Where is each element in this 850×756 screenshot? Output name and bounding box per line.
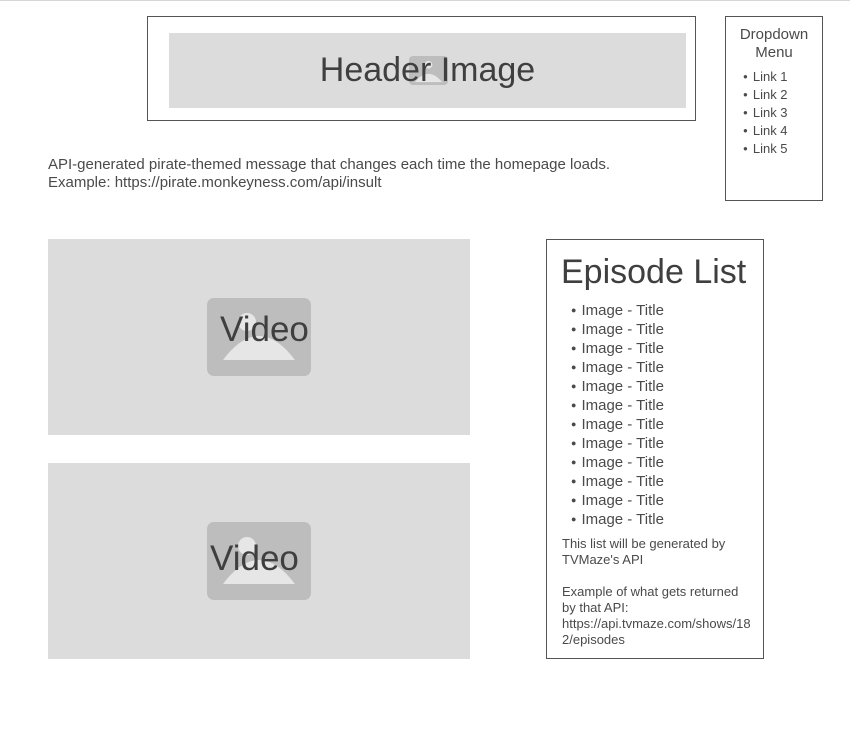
episode-item[interactable]: Image - Title bbox=[571, 321, 664, 340]
episode-list-example-note: Example of what gets returned by that AP… bbox=[562, 584, 752, 648]
dropdown-links: Link 1 Link 2 Link 3 Link 4 Link 5 bbox=[726, 69, 822, 159]
video-player-1[interactable]: Video bbox=[48, 239, 470, 435]
episode-item[interactable]: Image - Title bbox=[571, 416, 664, 435]
pirate-message: API-generated pirate-themed message that… bbox=[48, 156, 688, 192]
header-image-label: Header Image bbox=[319, 51, 536, 89]
dropdown-link-5[interactable]: Link 5 bbox=[743, 141, 822, 159]
header-image: Header Image bbox=[169, 33, 686, 108]
episode-item[interactable]: Image - Title bbox=[571, 340, 664, 359]
video-label: Video bbox=[220, 310, 309, 349]
dropdown-title[interactable]: Dropdown Menu bbox=[726, 26, 822, 62]
episode-list-source-note: This list will be generated by TVMaze's … bbox=[562, 536, 726, 567]
video-label: Video bbox=[210, 539, 299, 578]
dropdown-link-3[interactable]: Link 3 bbox=[743, 105, 822, 123]
episode-item[interactable]: Image - Title bbox=[571, 435, 664, 454]
episode-item[interactable]: Image - Title bbox=[571, 473, 664, 492]
episode-item[interactable]: Image - Title bbox=[571, 397, 664, 416]
episode-list-panel: Episode List Image - Title Image - Title… bbox=[546, 239, 764, 659]
dropdown-link-4[interactable]: Link 4 bbox=[743, 123, 822, 141]
dropdown-link-1[interactable]: Link 1 bbox=[743, 69, 822, 87]
header-frame: Header Image bbox=[147, 16, 696, 121]
episode-list-example-url: https://api.tvmaze.com/shows/182/episode… bbox=[562, 616, 751, 647]
episode-item[interactable]: Image - Title bbox=[571, 454, 664, 473]
dropdown-link-2[interactable]: Link 2 bbox=[743, 87, 822, 105]
episode-item[interactable]: Image - Title bbox=[571, 511, 664, 530]
episode-item[interactable]: Image - Title bbox=[571, 359, 664, 378]
dropdown-menu[interactable]: Dropdown Menu Link 1 Link 2 Link 3 Link … bbox=[725, 16, 823, 201]
pirate-message-text: API-generated pirate-themed message that… bbox=[48, 156, 611, 173]
episode-item[interactable]: Image - Title bbox=[571, 378, 664, 397]
episode-list: Image - Title Image - Title Image - Titl… bbox=[571, 302, 664, 530]
pirate-message-example: Example: https://pirate.monkeyness.com/a… bbox=[48, 174, 382, 191]
episode-item[interactable]: Image - Title bbox=[571, 302, 664, 321]
episode-item[interactable]: Image - Title bbox=[571, 492, 664, 511]
video-player-2[interactable]: Video bbox=[48, 463, 470, 659]
episode-list-example-text: Example of what gets returned by that AP… bbox=[562, 584, 739, 615]
episode-list-title: Episode List bbox=[561, 253, 747, 291]
top-divider bbox=[0, 0, 850, 1]
